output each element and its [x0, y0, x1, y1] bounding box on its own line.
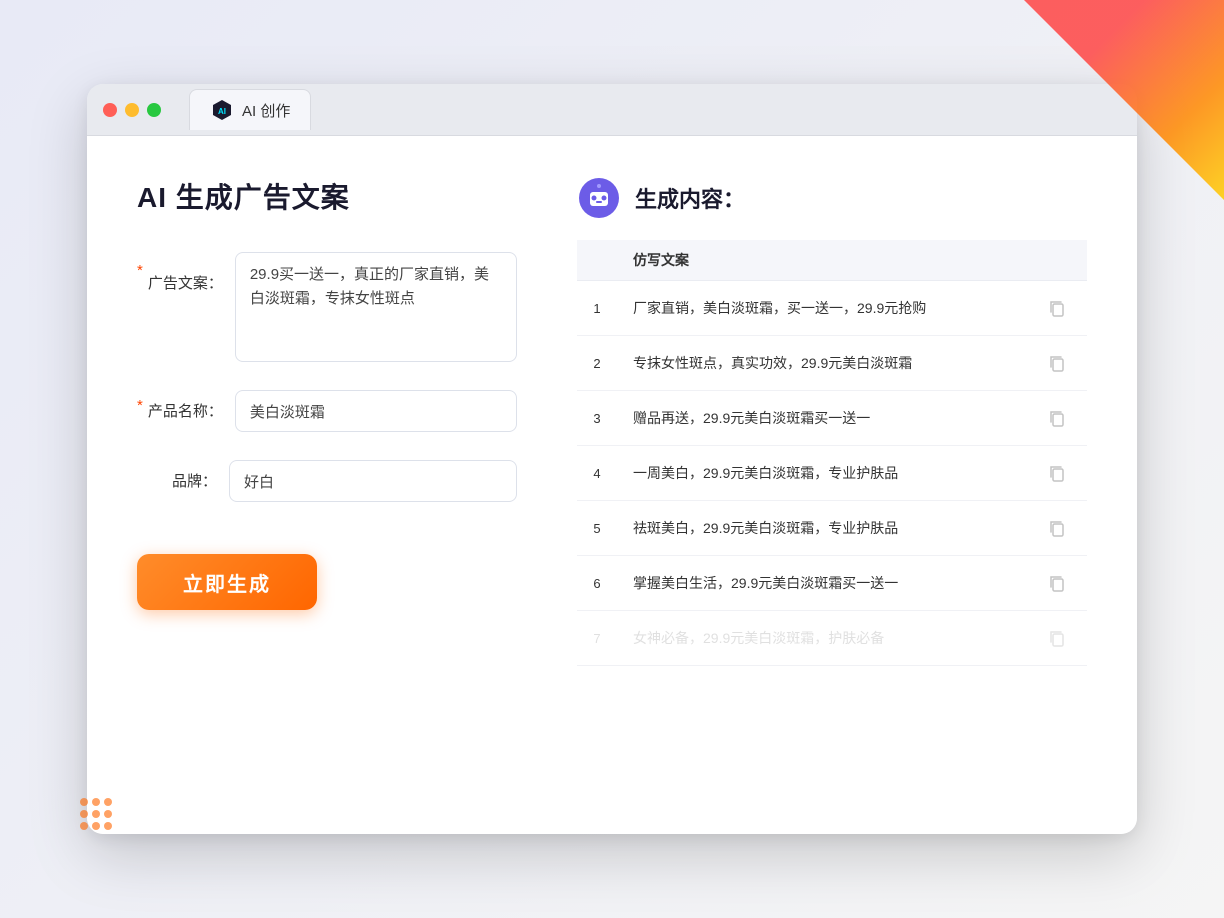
brand-input[interactable]: [229, 460, 517, 502]
row-number: 7: [577, 611, 617, 666]
right-panel: 生成内容： 仿写文案 1厂家直销，美白淡斑霜，买一送一，29.9元抢购 2专抹女…: [577, 176, 1087, 794]
row-copy-text: 赠品再送，29.9元美白淡斑霜买一送一: [617, 391, 1027, 446]
title-bar: AI AI 创作: [87, 84, 1137, 136]
table-row: 2专抹女性斑点，真实功效，29.9元美白淡斑霜: [577, 336, 1087, 391]
robot-icon: [577, 176, 621, 220]
row-number: 2: [577, 336, 617, 391]
copy-icon: [1048, 299, 1066, 317]
brand-label: 品牌：: [137, 460, 217, 491]
ad-copy-row: * 广告文案： 29.9买一送一，真正的厂家直销，美白淡斑霜，专抹女性斑点: [137, 252, 517, 362]
close-button[interactable]: [103, 103, 117, 117]
brand-row: 品牌：: [137, 460, 517, 502]
row-copy-text: 一周美白，29.9元美白淡斑霜，专业护肤品: [617, 446, 1027, 501]
background-decoration-bottom-left: [80, 798, 140, 858]
ad-copy-label: 广告文案：: [143, 262, 223, 293]
tab-ai-create[interactable]: AI AI 创作: [189, 89, 311, 130]
row-action-cell: [1027, 281, 1087, 336]
maximize-button[interactable]: [147, 103, 161, 117]
table-row: 7女神必备，29.9元美白淡斑霜，护肤必备: [577, 611, 1087, 666]
copy-icon: [1048, 464, 1066, 482]
row-copy-text: 厂家直销，美白淡斑霜，买一送一，29.9元抢购: [617, 281, 1027, 336]
copy-button[interactable]: [1043, 349, 1071, 377]
table-row: 3赠品再送，29.9元美白淡斑霜买一送一: [577, 391, 1087, 446]
ai-tab-icon: AI: [210, 98, 234, 122]
main-content: AI 生成广告文案 * 广告文案： 29.9买一送一，真正的厂家直销，美白淡斑霜…: [87, 136, 1137, 834]
table-row: 5祛斑美白，29.9元美白淡斑霜，专业护肤品: [577, 501, 1087, 556]
table-header-copy: 仿写文案: [617, 240, 1027, 281]
copy-button[interactable]: [1043, 624, 1071, 652]
row-action-cell: [1027, 501, 1087, 556]
table-header-action: [1027, 240, 1087, 281]
svg-text:AI: AI: [218, 107, 226, 116]
copy-button[interactable]: [1043, 294, 1071, 322]
result-title: 生成内容：: [635, 182, 745, 214]
copy-icon: [1048, 409, 1066, 427]
row-copy-text: 女神必备，29.9元美白淡斑霜，护肤必备: [617, 611, 1027, 666]
tab-label: AI 创作: [242, 100, 290, 121]
copy-button[interactable]: [1043, 459, 1071, 487]
row-number: 6: [577, 556, 617, 611]
row-copy-text: 掌握美白生活，29.9元美白淡斑霜买一送一: [617, 556, 1027, 611]
row-copy-text: 祛斑美白，29.9元美白淡斑霜，专业护肤品: [617, 501, 1027, 556]
row-copy-text: 专抹女性斑点，真实功效，29.9元美白淡斑霜: [617, 336, 1027, 391]
copy-button[interactable]: [1043, 514, 1071, 542]
product-name-input[interactable]: [235, 390, 517, 432]
copy-icon: [1048, 629, 1066, 647]
product-name-group: * 产品名称：: [137, 390, 517, 432]
ad-copy-input[interactable]: 29.9买一送一，真正的厂家直销，美白淡斑霜，专抹女性斑点: [235, 252, 517, 362]
row-action-cell: [1027, 556, 1087, 611]
row-number: 3: [577, 391, 617, 446]
table-header-num: [577, 240, 617, 281]
page-title: AI 生成广告文案: [137, 176, 517, 216]
results-table: 仿写文案 1厂家直销，美白淡斑霜，买一送一，29.9元抢购 2专抹女性斑点，真实…: [577, 240, 1087, 666]
copy-icon: [1048, 574, 1066, 592]
brand-group: 品牌：: [137, 460, 517, 502]
product-name-label: 产品名称：: [143, 390, 223, 421]
left-panel: AI 生成广告文案 * 广告文案： 29.9买一送一，真正的厂家直销，美白淡斑霜…: [137, 176, 517, 794]
copy-button[interactable]: [1043, 569, 1071, 597]
row-action-cell: [1027, 336, 1087, 391]
row-action-cell: [1027, 391, 1087, 446]
window-controls: [103, 103, 161, 117]
row-number: 1: [577, 281, 617, 336]
browser-window: AI AI 创作 AI 生成广告文案 * 广告文案： 29.9买一送一，真正的厂…: [87, 84, 1137, 834]
copy-button[interactable]: [1043, 404, 1071, 432]
table-row: 6掌握美白生活，29.9元美白淡斑霜买一送一: [577, 556, 1087, 611]
copy-icon: [1048, 354, 1066, 372]
result-header: 生成内容：: [577, 176, 1087, 220]
row-number: 4: [577, 446, 617, 501]
minimize-button[interactable]: [125, 103, 139, 117]
table-row: 1厂家直销，美白淡斑霜，买一送一，29.9元抢购: [577, 281, 1087, 336]
row-number: 5: [577, 501, 617, 556]
generate-button[interactable]: 立即生成: [137, 554, 317, 610]
row-action-cell: [1027, 611, 1087, 666]
table-row: 4一周美白，29.9元美白淡斑霜，专业护肤品: [577, 446, 1087, 501]
row-action-cell: [1027, 446, 1087, 501]
ad-copy-group: * 广告文案： 29.9买一送一，真正的厂家直销，美白淡斑霜，专抹女性斑点: [137, 252, 517, 362]
copy-icon: [1048, 519, 1066, 537]
product-name-row: * 产品名称：: [137, 390, 517, 432]
